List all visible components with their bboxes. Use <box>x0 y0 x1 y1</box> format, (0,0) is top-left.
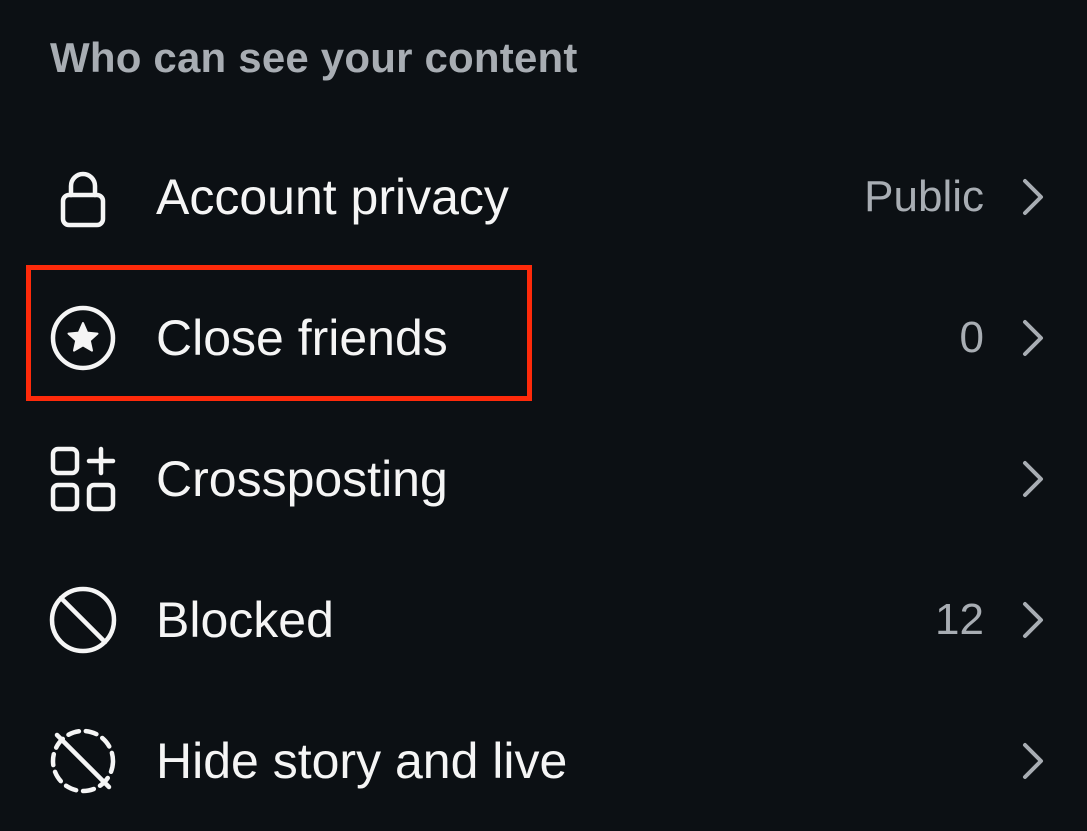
menu-item-label: Blocked <box>156 591 334 648</box>
menu-item-account-privacy[interactable]: Account privacy Public <box>0 126 1087 267</box>
menu-item-label: Crossposting <box>156 450 448 507</box>
settings-menu: Account privacy Public Close friends 0 C… <box>0 126 1087 831</box>
star-circle-icon <box>47 302 119 374</box>
menu-item-close-friends[interactable]: Close friends 0 <box>0 267 1087 408</box>
lock-icon <box>47 161 119 233</box>
menu-item-hide-story-and-live[interactable]: Hide story and live <box>0 690 1087 831</box>
block-icon <box>47 584 119 656</box>
chevron-right-icon <box>1017 316 1049 360</box>
chevron-right-icon <box>1017 739 1049 783</box>
menu-item-value: 12 <box>935 594 984 644</box>
chevron-right-icon <box>1017 457 1049 501</box>
section-header: Who can see your content <box>50 34 578 81</box>
menu-item-label: Account privacy <box>156 168 509 225</box>
menu-item-crossposting[interactable]: Crossposting <box>0 408 1087 549</box>
menu-item-blocked[interactable]: Blocked 12 <box>0 549 1087 690</box>
menu-item-label: Hide story and live <box>156 732 568 789</box>
chevron-right-icon <box>1017 175 1049 219</box>
menu-item-label: Close friends <box>156 309 448 366</box>
hide-story-icon <box>47 725 119 797</box>
menu-item-value: 0 <box>959 312 984 362</box>
grid-plus-icon <box>47 443 119 515</box>
chevron-right-icon <box>1017 598 1049 642</box>
menu-item-value: Public <box>864 171 984 221</box>
